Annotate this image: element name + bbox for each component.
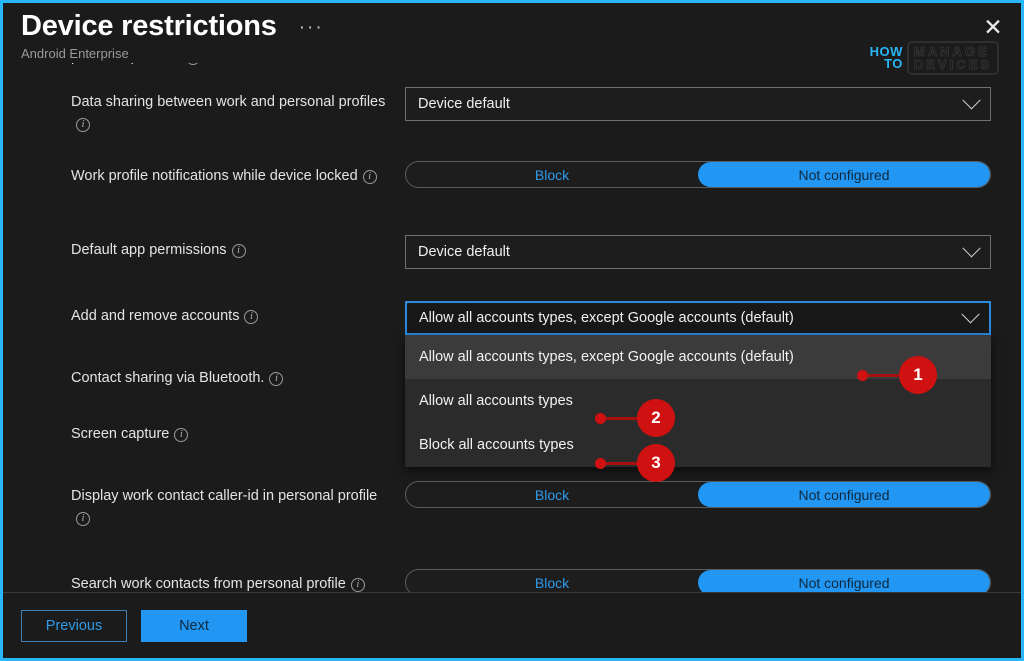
- previous-button[interactable]: Previous: [21, 609, 127, 642]
- dialog-header: Device restrictions ··· Android Enterpri…: [3, 3, 1021, 63]
- info-icon[interactable]: i: [244, 310, 259, 324]
- setting-control: Device default: [405, 233, 991, 269]
- watermark-logo: HOW TO MANAGE DEVICES: [870, 41, 999, 75]
- setting-row-add-remove-accounts: Add and remove accounts i Allow all accou…: [3, 299, 1021, 467]
- dropdown-option-label: Block all accounts types: [419, 437, 574, 453]
- dropdown-option[interactable]: Allow all accounts types, except Google …: [405, 335, 991, 379]
- setting-label: Display work contact caller-id in person…: [71, 479, 405, 529]
- chevron-down-icon: [961, 304, 980, 323]
- setting-control: Block Not configured: [405, 479, 991, 508]
- info-icon[interactable]: i: [186, 63, 201, 65]
- setting-control: Allow all accounts types, except Google …: [405, 299, 991, 467]
- work-profile-notifications-toggle[interactable]: Block Not configured: [405, 161, 991, 188]
- toggle-option-block[interactable]: Block: [406, 162, 698, 187]
- info-icon[interactable]: i: [76, 512, 90, 526]
- setting-label: Screen capture i: [71, 417, 405, 445]
- toggle-option-block[interactable]: Block: [406, 482, 698, 507]
- info-icon[interactable]: i: [231, 244, 246, 258]
- more-options-icon[interactable]: ···: [299, 18, 324, 37]
- info-icon[interactable]: i: [350, 578, 365, 592]
- add-remove-accounts-select[interactable]: Allow all accounts types, except Google …: [405, 301, 991, 335]
- search-work-contacts-toggle[interactable]: Block Not configured: [405, 569, 991, 592]
- setting-label-text: Contact sharing via Bluetooth.: [71, 370, 265, 386]
- toggle-option-not-configured[interactable]: Not configured: [698, 162, 990, 187]
- setting-row-search-work-contacts: Search work contacts from personal profi…: [3, 567, 1021, 592]
- next-button[interactable]: Next: [141, 609, 247, 642]
- setting-label: Default app permissions i: [71, 233, 405, 261]
- toggle-option-block[interactable]: Block: [406, 570, 698, 592]
- setting-row-default-app-permissions: Default app permissions i Device default: [3, 233, 1021, 283]
- setting-label: Contact sharing via Bluetooth. i: [71, 361, 405, 389]
- dropdown-option[interactable]: Block all accounts types: [405, 423, 991, 467]
- setting-row-work-profile-notifications: Work profile notifications while device …: [3, 159, 1021, 209]
- setting-label-text: Add and remove accounts: [71, 308, 240, 324]
- setting-row-data-sharing: Data sharing between work and personal p…: [3, 85, 1021, 135]
- dropdown-option-label: Allow all accounts types, except Google …: [419, 349, 794, 365]
- info-icon[interactable]: i: [269, 372, 284, 386]
- dialog-footer: Previous Next: [3, 592, 1021, 658]
- title-row: Device restrictions ···: [21, 9, 1021, 43]
- info-icon[interactable]: i: [362, 170, 377, 184]
- clipped-setting-label: personal profiles i: [71, 63, 201, 65]
- close-icon[interactable]: ✕: [977, 11, 1009, 43]
- chevron-down-icon: [962, 238, 981, 257]
- default-app-permissions-select[interactable]: Device default: [405, 235, 991, 269]
- select-value: Device default: [418, 244, 510, 260]
- setting-row-caller-id: Display work contact caller-id in person…: [3, 479, 1021, 529]
- setting-label-text: Display work contact caller-id in person…: [71, 488, 378, 504]
- setting-label: Data sharing between work and personal p…: [71, 85, 405, 135]
- dropdown-option-label: Allow all accounts types: [419, 393, 573, 409]
- select-value: Allow all accounts types, except Google …: [419, 310, 794, 326]
- setting-label-text: Data sharing between work and personal p…: [71, 94, 386, 110]
- setting-label-text: Default app permissions: [71, 242, 227, 258]
- setting-label: Search work contacts from personal profi…: [71, 567, 405, 592]
- info-icon[interactable]: i: [76, 118, 90, 132]
- add-remove-accounts-dropdown-list[interactable]: Allow all accounts types, except Google …: [405, 335, 991, 467]
- setting-label-text: Search work contacts from personal profi…: [71, 576, 346, 592]
- setting-label-text: Work profile notifications while device …: [71, 168, 358, 184]
- data-sharing-select[interactable]: Device default: [405, 87, 991, 121]
- dropdown-option[interactable]: Allow all accounts types: [405, 379, 991, 423]
- setting-control: Device default: [405, 85, 991, 121]
- info-icon[interactable]: i: [174, 428, 189, 442]
- setting-label-text: Screen capture: [71, 426, 170, 442]
- setting-control: Block Not configured: [405, 159, 991, 188]
- watermark-box: MANAGE DEVICES: [906, 41, 999, 75]
- device-restrictions-dialog: Device restrictions ··· Android Enterpri…: [0, 0, 1024, 661]
- setting-label: Add and remove accounts i: [71, 299, 405, 327]
- watermark-how-to: HOW TO: [870, 45, 903, 71]
- page-title: Device restrictions: [21, 10, 277, 42]
- setting-control: Block Not configured: [405, 567, 991, 592]
- settings-scroll-area[interactable]: personal profiles i Data sharing between…: [3, 63, 1021, 592]
- setting-label: Work profile notifications while device …: [71, 159, 405, 187]
- toggle-option-not-configured[interactable]: Not configured: [698, 482, 990, 507]
- select-value: Device default: [418, 96, 510, 112]
- toggle-option-not-configured[interactable]: Not configured: [698, 570, 990, 592]
- chevron-down-icon: [962, 90, 981, 109]
- clipped-setting-text: personal profiles: [71, 63, 177, 65]
- watermark-devices-text: DEVICES: [913, 57, 992, 72]
- caller-id-toggle[interactable]: Block Not configured: [405, 481, 991, 508]
- watermark-to-text: TO: [884, 56, 903, 71]
